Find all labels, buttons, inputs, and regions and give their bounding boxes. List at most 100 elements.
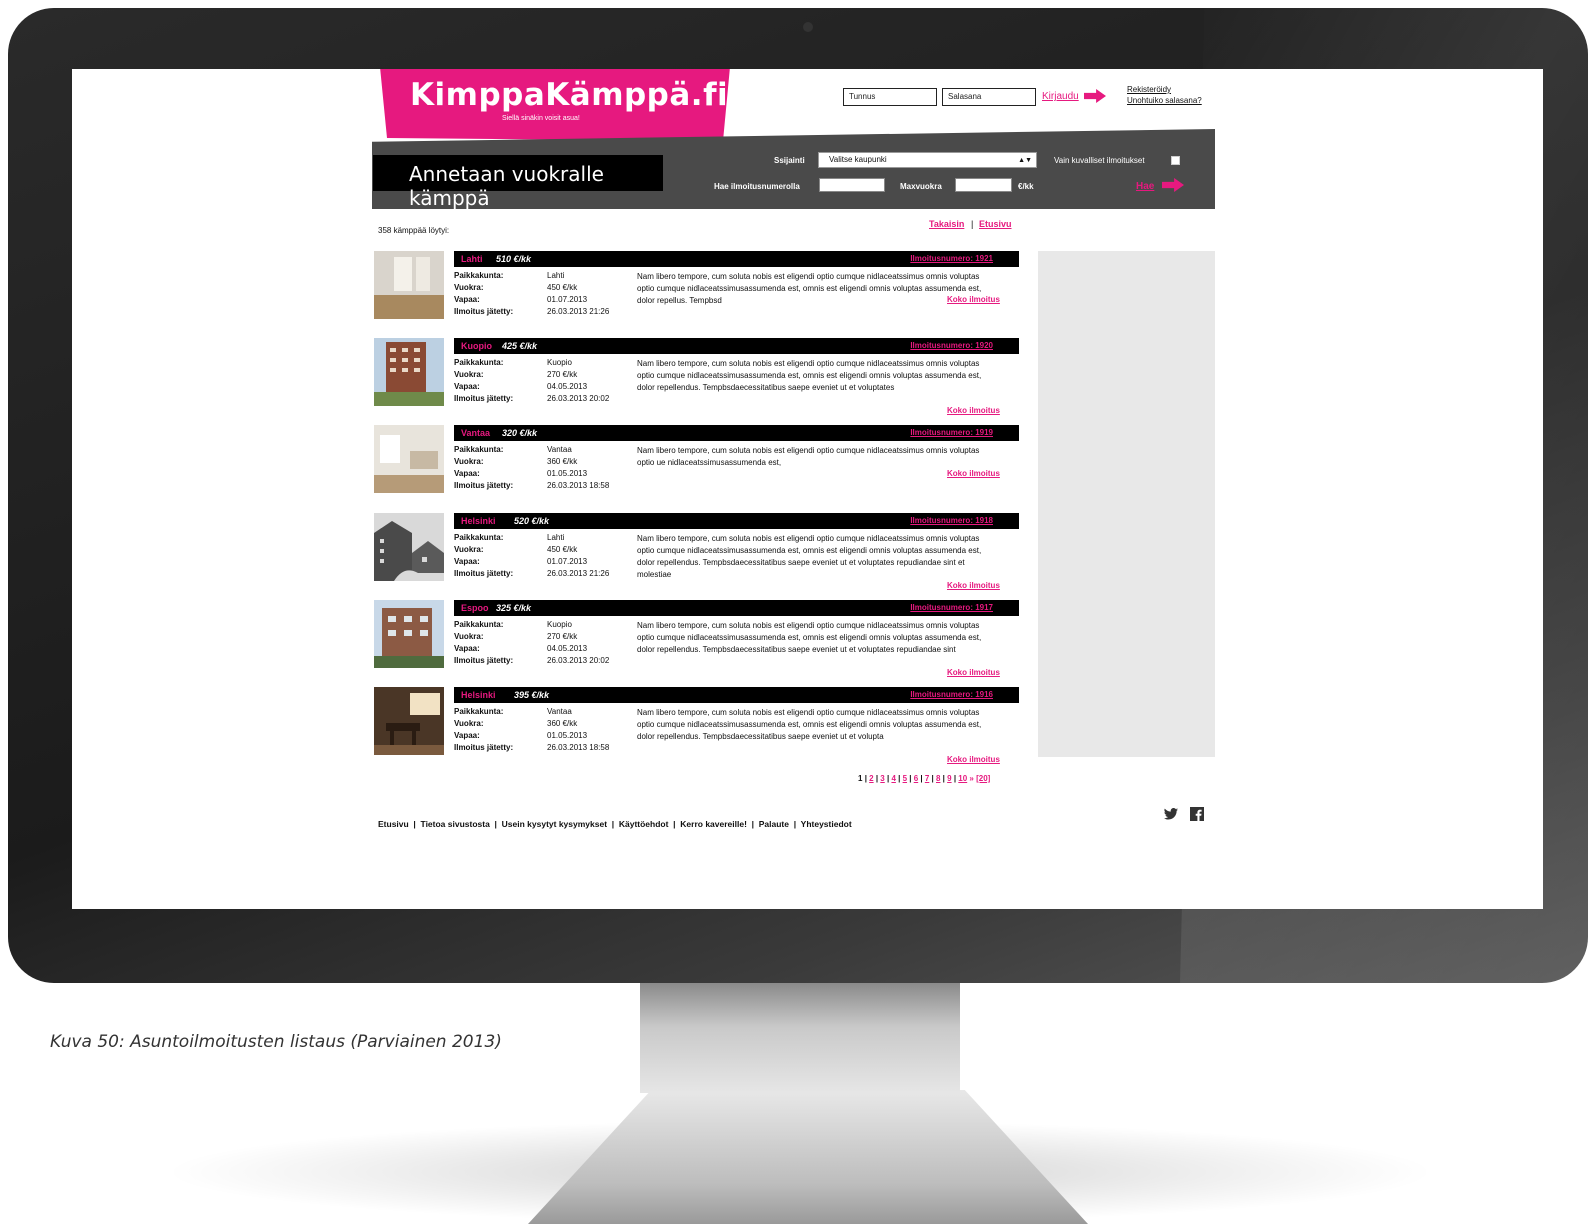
city-value: Lahti [547,533,565,542]
listing-title-city[interactable]: Helsinki [461,690,496,700]
number-search-input[interactable] [819,178,885,192]
rent-label: Vuokra: [454,719,484,728]
only-images-label: Vain kuvalliset ilmoitukset [1054,156,1145,165]
free-label: Vapaa: [454,469,480,478]
listing-item: Helsinki 395 €/kk Ilmoitusnumero: 1916 Paik… [374,687,1019,764]
footer-link[interactable]: Käyttöehdot [619,819,669,829]
rent-value: 270 €/kk [547,370,578,379]
camera-dot [803,22,813,32]
forgot-password-link[interactable]: Unohtuiko salasana? [1127,96,1202,105]
home-link[interactable]: Etusivu [979,219,1012,229]
site-logo[interactable]: KimppaKämppä.fi Siellä sinäkin voisit as… [380,69,730,141]
footer-separator: | [607,819,619,829]
listing-photo[interactable] [374,251,444,319]
listing-title-city[interactable]: Helsinki [461,516,496,526]
posted-label: Ilmoitus jätetty: [454,307,514,316]
posted-value: 26.03.2013 18:58 [547,743,610,752]
listing-photo[interactable] [374,687,444,755]
listing-number-link[interactable]: Ilmoitusnumero: 1921 [910,254,993,263]
back-link[interactable]: Takaisin [929,219,964,229]
page-next[interactable]: » [969,774,973,783]
page-link[interactable]: 10 [958,774,967,783]
facebook-icon[interactable] [1189,806,1205,822]
listing-item: Vantaa 320 €/kk Ilmoitusnumero: 1919 Paikka… [374,425,1019,497]
page-separator: | [907,774,914,783]
full-listing-link[interactable]: Koko ilmoitus [947,668,1000,677]
listing-description: Nam libero tempore, cum soluta nobis est… [637,708,982,741]
page-title: Annetaan vuokralle kämppä [409,162,604,210]
footer-link[interactable]: Tietoa sivustosta [421,819,490,829]
city-value: Kuopio [547,358,572,367]
listing-title-price: 510 €/kk [496,254,532,264]
full-listing-link[interactable]: Koko ilmoitus [947,406,1000,415]
login-link[interactable]: Kirjaudu [1042,91,1079,102]
footer-link[interactable]: Kerro kavereille! [680,819,747,829]
listing-number-link[interactable]: Ilmoitusnumero: 1919 [910,428,993,437]
listing-number-link[interactable]: Ilmoitusnumero: 1918 [910,516,993,525]
password-input[interactable]: Salasana [942,88,1036,106]
footer-separator: | [489,819,502,829]
username-input[interactable]: Tunnus [843,88,937,106]
monitor-stand-neck [640,983,960,1093]
link-separator: | [971,219,974,229]
listing-title-city[interactable]: Vantaa [461,428,490,438]
listing-title-city[interactable]: Lahti [461,254,483,264]
city-label: Paikkakunta: [454,445,504,454]
page-last[interactable]: [20] [976,774,990,783]
free-value: 01.07.2013 [547,557,588,566]
listing-photo[interactable] [374,425,444,493]
listing-title-city[interactable]: Espoo [461,603,489,613]
city-label: Paikkakunta: [454,707,504,716]
free-value: 01.07.2013 [547,295,588,304]
city-value: Kuopio [547,620,572,629]
screen: KimppaKämppä.fi Siellä sinäkin voisit as… [72,69,1543,909]
twitter-icon[interactable] [1163,806,1179,822]
search-link[interactable]: Hae [1136,181,1154,192]
full-listing-link[interactable]: Koko ilmoitus [947,581,1000,590]
rent-label: Vuokra: [454,370,484,379]
city-label: Paikkakunta: [454,620,504,629]
rent-label: Vuokra: [454,283,484,292]
number-search-label: Hae ilmoitusnumerolla [714,182,800,191]
full-listing-link[interactable]: Koko ilmoitus [947,469,1000,478]
listing-photo[interactable] [374,600,444,668]
monitor-scene: KimppaKämppä.fi Siellä sinäkin voisit as… [0,0,1595,1224]
full-listing-link[interactable]: Koko ilmoitus [947,755,1000,764]
page-current: 1 [858,774,863,783]
footer-links: Etusivu | Tietoa sivustosta | Usein kysy… [378,819,852,829]
page-separator: | [895,774,903,783]
footer-link[interactable]: Usein kysytyt kysymykset [502,819,607,829]
free-label: Vapaa: [454,557,480,566]
footer-link[interactable]: Etusivu [378,819,409,829]
location-label: Ssijainti [774,156,805,165]
pagination: 1 | 2 | 3 | 4 | 5 | 6 | 7 | 8 | 9 | 10 »… [858,774,990,783]
listing-number-link[interactable]: Ilmoitusnumero: 1917 [910,603,993,612]
only-images-checkbox[interactable] [1171,156,1180,165]
posted-value: 26.03.2013 21:26 [547,307,610,316]
maxrent-input[interactable] [955,178,1012,192]
listing-photo[interactable] [374,513,444,581]
listing-photo[interactable] [374,338,444,406]
listing-description: Nam libero tempore, cum soluta nobis est… [637,359,982,392]
maxrent-label: Maxvuokra [900,182,942,191]
listing-number-link[interactable]: Ilmoitusnumero: 1916 [910,690,993,699]
footer-link[interactable]: Palaute [759,819,789,829]
listing-number-link[interactable]: Ilmoitusnumero: 1920 [910,341,993,350]
listing-header-bar: Helsinki 395 €/kk Ilmoitusnumero: 1916 [454,687,1019,703]
city-label: Paikkakunta: [454,271,504,280]
listing-description: Nam libero tempore, cum soluta nobis est… [637,621,982,654]
location-select-value: Valitse kaupunki [829,155,887,164]
unit-label: €/kk [1018,182,1034,191]
full-listing-link[interactable]: Koko ilmoitus [947,295,1000,304]
listing-item: Espoo 325 €/kk Ilmoitusnumero: 1917 Paikkak… [374,600,1019,677]
free-value: 01.05.2013 [547,469,588,478]
register-link[interactable]: Rekisteröidy [1127,85,1171,94]
footer-link[interactable]: Yhteystiedot [801,819,852,829]
city-value: Vantaa [547,445,572,454]
location-select[interactable]: Valitse kaupunki ▲▼ [818,152,1037,168]
rent-value: 360 €/kk [547,457,578,466]
free-value: 04.05.2013 [547,382,588,391]
free-value: 04.05.2013 [547,644,588,653]
arrow-right-icon[interactable] [1084,89,1106,103]
listing-title-city[interactable]: Kuopio [461,341,492,351]
